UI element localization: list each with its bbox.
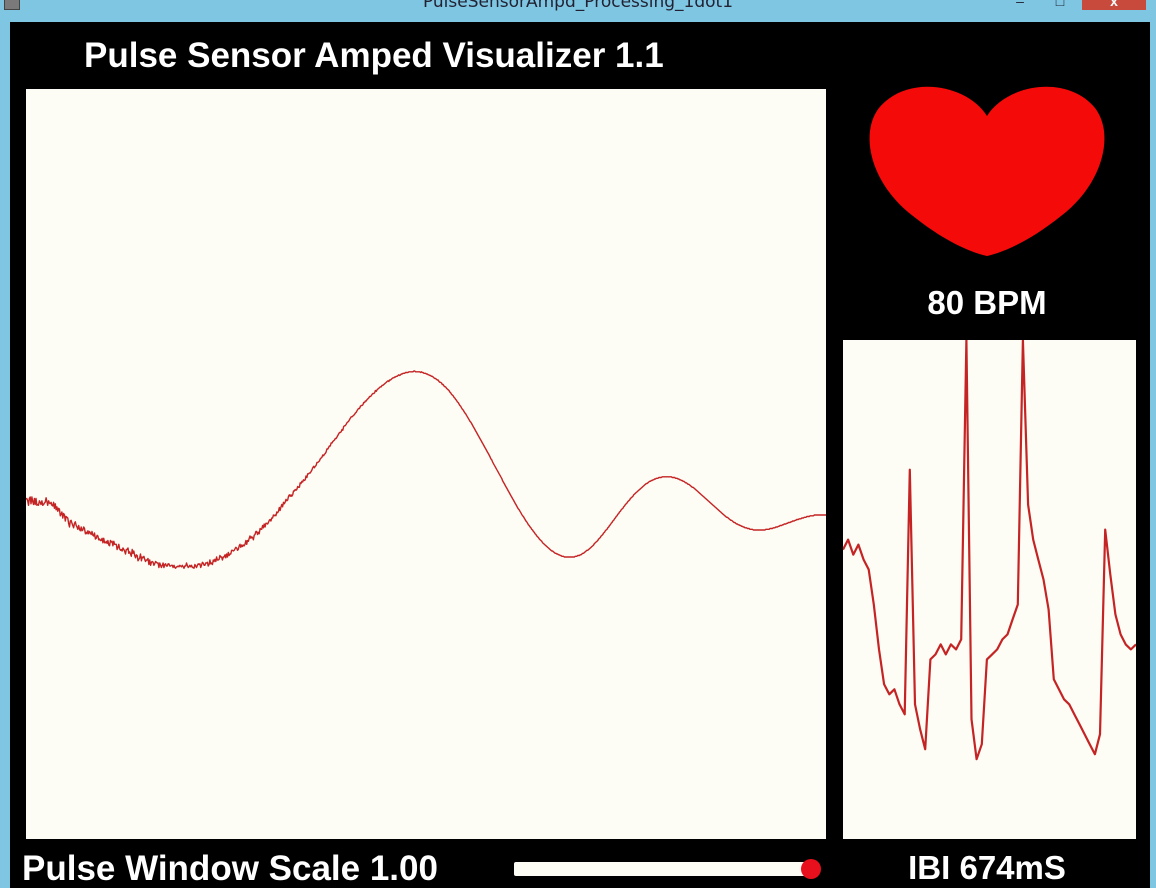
pulse-waveform-chart	[26, 370, 826, 569]
app-title: Pulse Sensor Amped Visualizer 1.1	[84, 36, 664, 75]
bpm-history-chart	[843, 340, 1136, 761]
slider-track[interactable]	[514, 862, 812, 876]
slider-thumb[interactable]	[800, 859, 821, 879]
close-button[interactable]: x	[1082, 0, 1146, 10]
bpm-history-line	[843, 340, 1136, 761]
ibi-readout: IBI 674mS	[908, 849, 1066, 886]
minimize-button[interactable]: –	[1010, 0, 1030, 8]
window-title: PulseSensorAmpd_Processing_1dot1	[422, 0, 734, 12]
pulse-window-scale-label: Pulse Window Scale 1.00	[22, 849, 438, 888]
bpm-readout: 80 BPM	[927, 284, 1047, 321]
heart-icon	[869, 86, 1105, 256]
pulse-waveform-line	[26, 370, 826, 569]
pulse-window-scale-slider[interactable]	[514, 859, 824, 881]
maximize-button[interactable]: □	[1050, 0, 1070, 8]
heart-shape	[869, 86, 1105, 256]
window-titlebar[interactable]: PulseSensorAmpd_Processing_1dot1 – □ x	[0, 0, 1156, 22]
sketch-canvas: Pulse Sensor Amped Visualizer 1.1 80 BPM…	[10, 22, 1150, 888]
bpm-history-window	[843, 340, 1136, 839]
pulse-window	[26, 89, 826, 839]
